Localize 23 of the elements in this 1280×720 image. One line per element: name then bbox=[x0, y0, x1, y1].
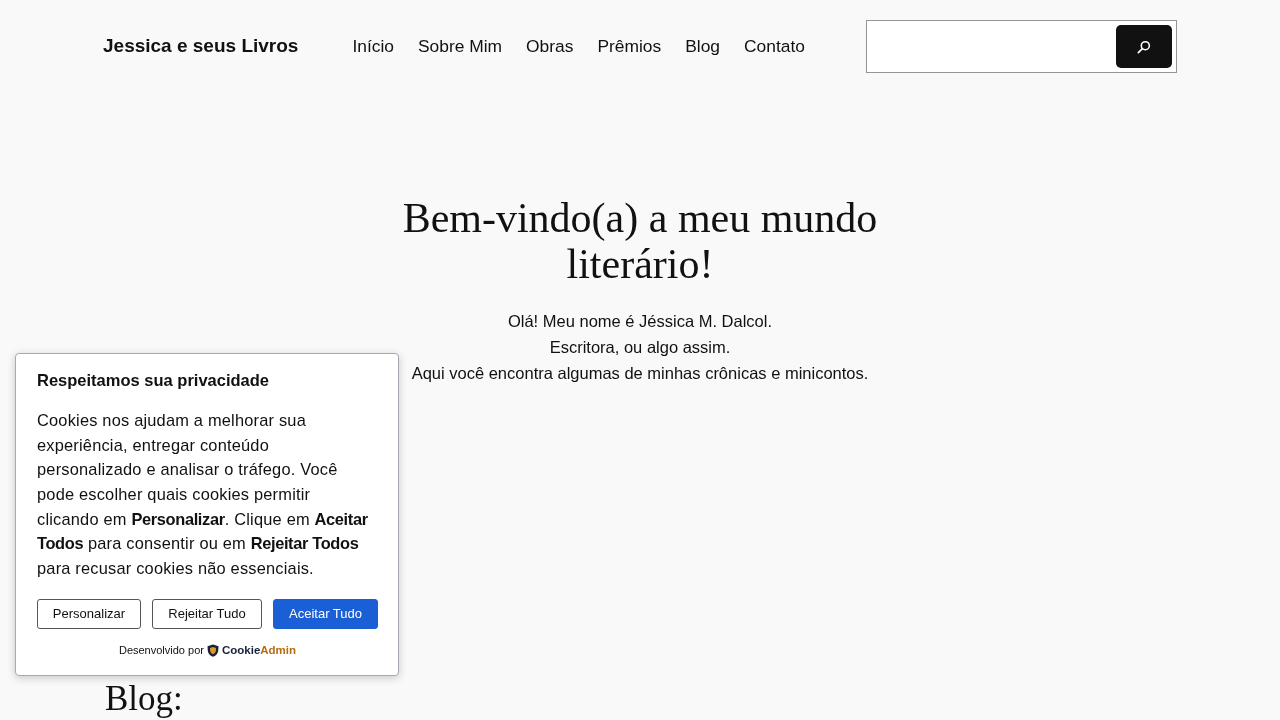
search-icon bbox=[1137, 39, 1151, 54]
consent-button[interactable]: Aceitar Tudo bbox=[273, 598, 378, 629]
nav-link[interactable]: Prêmios bbox=[597, 33, 662, 60]
nav-link[interactable]: Contato bbox=[744, 33, 805, 60]
section-heading: Blog: bbox=[105, 679, 183, 719]
search-field[interactable] bbox=[866, 20, 1177, 73]
nav-link[interactable]: Sobre Mim bbox=[418, 33, 503, 60]
site-title-link[interactable]: Jessica e seus Livros bbox=[103, 32, 299, 61]
consent-button[interactable]: Personalizar bbox=[37, 598, 141, 629]
hero-heading: Bem-vindo(a) a meu mundo literário! bbox=[401, 195, 879, 287]
nav-link[interactable]: Obras bbox=[526, 33, 574, 60]
intro-text: Aqui você encontra algumas de minhas crônicas e minicontos. bbox=[411, 363, 869, 384]
intro-text: Escritora, ou algo assim. bbox=[549, 337, 731, 358]
brand-logo-text: CookieAdmin bbox=[221, 642, 297, 658]
powered-by-text: Desenvolvido por bbox=[118, 643, 204, 659]
cookie-title: Respeitamos sua privacidade bbox=[37, 371, 270, 391]
shield-logo-icon bbox=[206, 643, 219, 657]
cookie-message: Cookies nos ajudam a melhorar sua experiência, entregar conteúdo personalizado e analisar o tráfego. Você pode escolher quais cookies permitir clicando em Personalizar. Clique em Aceitar Todos para consentir ou em Rejeitar Todos para recusar cookies não essenciais. bbox=[37, 409, 369, 580]
intro-text: Olá! Meu nome é Jéssica M. Dalcol. bbox=[507, 311, 773, 332]
consent-button[interactable]: Rejeitar Tudo bbox=[152, 598, 262, 629]
nav-link[interactable]: Blog bbox=[685, 33, 721, 60]
search-button[interactable] bbox=[1116, 25, 1172, 68]
nav-link[interactable]: Início bbox=[352, 33, 394, 60]
